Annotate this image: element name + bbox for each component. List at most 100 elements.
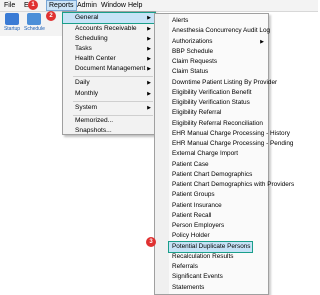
menu-item-scheduling[interactable]: Scheduling ▶ (63, 34, 155, 44)
submenu-item-label: BBP Schedule (172, 47, 214, 55)
submenu-arrow-icon: ▶ (147, 15, 151, 21)
menu-admin[interactable]: Admin (77, 1, 97, 10)
submenu-item-label: Policy Holder (172, 232, 210, 240)
menu-item-accounts-receivable[interactable]: Accounts Receivable ▶ (63, 24, 155, 34)
submenu-item-label: Downtime Patient Listing By Provider (172, 78, 278, 86)
submenu-arrow-icon: ▶ (147, 80, 151, 86)
submenu-item-label: Authorizations (172, 37, 213, 45)
submenu-item-anesthesia-concurrency-audit-log[interactable]: Anesthesia Concurrency Audit Log (155, 26, 271, 36)
menu-item-health-center[interactable]: Health Center ▶ (63, 54, 155, 64)
submenu-arrow-icon: ▶ (147, 36, 151, 42)
submenu-item-label: Referrals (172, 263, 198, 270)
submenu-item-label: Patient Case (172, 160, 209, 168)
submenu-item-claim-requests[interactable]: Claim Requests (155, 57, 268, 67)
submenu-item-person-employers[interactable]: Person Employers (155, 221, 268, 231)
menu-item-label: Accounts Receivable (75, 25, 137, 32)
menu-item-label: General (75, 14, 99, 21)
menu-item-general[interactable]: General ▶ (62, 12, 156, 24)
submenu-arrow-icon: ▶ (147, 105, 151, 111)
submenu-item-significant-events[interactable]: Significant Events (155, 272, 268, 282)
submenu-item-recalculation-results[interactable]: Recalculation Results (155, 252, 268, 262)
submenu-item-label: EHR Manual Charge Processing - Pending (172, 140, 294, 147)
submenu-item-patient-chart-demographics-with-providers[interactable]: Patient Chart Demographics with Provider… (155, 180, 294, 190)
menu-item-tasks[interactable]: Tasks ▶ (63, 44, 155, 54)
submenu-item-label: Anesthesia Concurrency Audit Log (172, 27, 271, 35)
submenu-item-label: Patient Insurance (172, 201, 222, 209)
general-submenu: Alerts Anesthesia Concurrency Audit Log Au… (154, 13, 294, 295)
submenu-item-label: Eligibility Referral (172, 109, 222, 117)
submenu-item-label: Claim Status (172, 68, 209, 76)
submenu-item-label: Patient Groups (172, 191, 215, 199)
submenu-item-eligibility-referral-reconciliation[interactable]: Eligibility Referral Reconciliation (155, 119, 268, 129)
submenu-item-label: Patient Chart Demographics (172, 170, 253, 178)
menu-item-snapshots[interactable]: Snapshots... (63, 126, 155, 136)
submenu-item-referrals[interactable]: Referrals (155, 262, 268, 272)
submenu-item-label: EHR Manual Charge Processing - History (172, 129, 290, 137)
submenu-item-policy-holder[interactable]: Policy Holder (155, 231, 268, 241)
submenu-item-authorizations[interactable]: Authorizations ▶ (155, 37, 268, 47)
submenu-arrow-icon: ▶ (147, 91, 151, 97)
submenu-item-label: Eligibility Verification Benefit (172, 88, 252, 96)
menu-item-label: Document Management (75, 65, 146, 72)
menu-item-label: Snapshots... (75, 127, 112, 134)
submenu-item-ehr-manual-charge-processing-history[interactable]: EHR Manual Charge Processing - History (155, 129, 290, 139)
step-badge-2: 2 (46, 11, 56, 21)
submenu-item-bbp-schedule[interactable]: BBP Schedule (155, 47, 268, 57)
submenu-item-patient-insurance[interactable]: Patient Insurance (155, 201, 268, 211)
submenu-item-label: External Charge Import (172, 150, 239, 158)
menu-item-label: Scheduling (75, 35, 108, 42)
menu-item-memorized[interactable]: Memorized... (63, 116, 155, 126)
submenu-item-label: Patient Recall (172, 211, 212, 219)
menu-help[interactable]: Help (128, 1, 142, 10)
submenu-arrow-icon: ▶ (147, 26, 151, 32)
menu-item-label: Memorized... (75, 117, 114, 124)
submenu-item-label: Statements (172, 283, 205, 291)
startup-button[interactable]: Startup (2, 13, 22, 32)
menu-file[interactable]: File (4, 1, 15, 10)
reports-menu: General ▶ Accounts Receivable ▶ Scheduli… (62, 11, 156, 135)
submenu-item-ehr-manual-charge-processing-pending[interactable]: EHR Manual Charge Processing - Pending (155, 139, 294, 149)
submenu-item-label: Alerts (172, 17, 189, 24)
menu-item-daily[interactable]: Daily ▶ (63, 78, 155, 88)
submenu-item-claim-status[interactable]: Claim Status (155, 67, 268, 77)
submenu-item-label: Eligibility Referral Reconciliation (172, 119, 263, 127)
submenu-item-eligibility-verification-status[interactable]: Eligibility Verification Status (155, 98, 268, 108)
submenu-arrow-icon: ▶ (260, 38, 264, 45)
submenu-item-patient-recall[interactable]: Patient Recall (155, 211, 268, 221)
submenu-item-eligibility-verification-benefit[interactable]: Eligibility Verification Benefit (155, 88, 268, 98)
menu-item-label: Tasks (75, 45, 92, 52)
submenu-item-label: Claim Requests (172, 58, 218, 65)
startup-icon (5, 13, 19, 25)
submenu-item-label: Significant Events (172, 273, 223, 281)
submenu-item-patient-groups[interactable]: Patient Groups (155, 190, 268, 200)
menu-item-label: Health Center (75, 55, 116, 62)
submenu-item-label: Potential Duplicate Persons (172, 242, 251, 250)
menu-item-system[interactable]: System ▶ (63, 103, 155, 113)
submenu-item-downtime-patient-listing-by-provider[interactable]: Downtime Patient Listing By Provider (155, 78, 277, 88)
submenu-item-patient-case[interactable]: Patient Case (155, 160, 268, 170)
step-badge-1: 1 (28, 0, 38, 10)
menu-item-label: Monthly (75, 90, 99, 97)
menu-separator (73, 76, 153, 77)
submenu-item-alerts[interactable]: Alerts (155, 16, 268, 26)
menu-item-document-management[interactable]: Document Management ▶ (63, 64, 155, 74)
submenu-item-label: Recalculation Results (172, 252, 234, 260)
startup-label: Startup (3, 26, 21, 32)
submenu-item-label: Patient Chart Demographics with Provider… (172, 181, 295, 188)
submenu-item-statements[interactable]: Statements (155, 283, 268, 293)
menu-item-monthly[interactable]: Monthly ▶ (63, 89, 155, 99)
menu-item-label: Daily (75, 79, 90, 86)
submenu-arrow-icon: ▶ (147, 56, 151, 62)
schedule-button[interactable]: Schedule (24, 13, 45, 32)
submenu-item-patient-chart-demographics[interactable]: Patient Chart Demographics (155, 170, 268, 180)
menu-window[interactable]: Window (101, 1, 126, 10)
menu-reports[interactable]: Reports (46, 0, 77, 11)
submenu-item-label: Eligibility Verification Status (172, 99, 250, 106)
step-badge-3: 3 (146, 237, 156, 247)
menu-separator (73, 101, 153, 102)
submenu-item-potential-duplicate-persons[interactable]: Potential Duplicate Persons (168, 240, 253, 253)
submenu-arrow-icon: ▶ (147, 46, 151, 52)
menu-bar: File Edit Reports Admin Window Help (0, 0, 318, 12)
submenu-item-eligibility-referral[interactable]: Eligibility Referral (155, 108, 268, 118)
submenu-item-external-charge-import[interactable]: External Charge Import (155, 149, 268, 159)
